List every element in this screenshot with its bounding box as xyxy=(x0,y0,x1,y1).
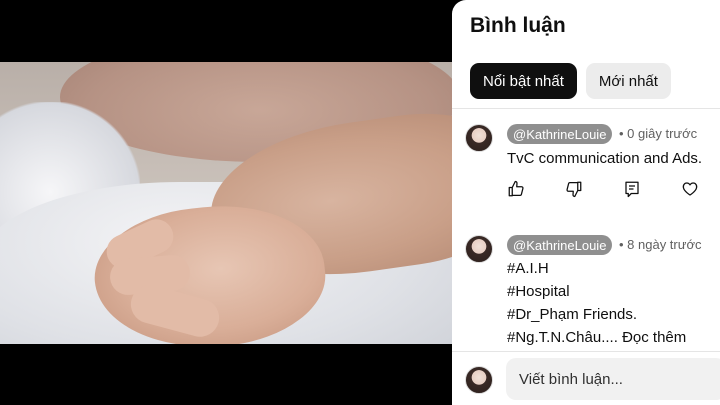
video-player[interactable] xyxy=(0,0,452,405)
thumbs-down-icon[interactable] xyxy=(565,180,583,198)
compose-bar: Viết bình luận... xyxy=(452,351,720,405)
comment-author[interactable]: @KathrineLouie xyxy=(507,124,613,144)
comment-line: #Ng.T.N.Châu.... Đọc thêm xyxy=(507,326,686,349)
comment-line: TvC communication and Ads. xyxy=(507,150,703,167)
chip-newest[interactable]: Mới nhất xyxy=(585,63,671,99)
read-more-link[interactable]: Đọc thêm xyxy=(622,329,686,346)
video-frame xyxy=(0,62,452,344)
thumbs-up-icon[interactable] xyxy=(507,180,525,198)
avatar xyxy=(465,366,493,394)
chip-top-comments[interactable]: Nổi bật nhất xyxy=(470,63,577,99)
comments-panel: Bình luận Nổi bật nhất Mới nhất @Kathrin… xyxy=(452,0,720,405)
reply-icon[interactable] xyxy=(623,180,641,198)
comment-time: • 0 giây trước xyxy=(619,126,698,141)
comment-line: #A.I.H xyxy=(507,260,549,277)
comment-text: #A.I.H #Hospital #Dr_Phạm Friends. #Ng.T… xyxy=(507,257,686,349)
avatar[interactable] xyxy=(465,124,493,152)
comment-actions xyxy=(507,180,699,198)
comments-title: Bình luận xyxy=(470,14,566,37)
comment-author[interactable]: @KathrineLouie xyxy=(507,235,613,255)
sort-chips: Nổi bật nhất Mới nhất xyxy=(470,63,671,99)
comment-input[interactable]: Viết bình luận... xyxy=(506,358,720,400)
comment-text: TvC communication and Ads. xyxy=(507,147,702,170)
comment-time: • 8 ngày trước xyxy=(619,237,702,252)
comment-line-text: #Ng.T.N.Châu.... xyxy=(507,329,618,346)
divider xyxy=(452,108,720,109)
comment-line: #Dr_Phạm Friends. xyxy=(507,306,638,323)
heart-icon[interactable] xyxy=(681,180,699,198)
comment-line: #Hospital xyxy=(507,283,570,300)
avatar[interactable] xyxy=(465,235,493,263)
